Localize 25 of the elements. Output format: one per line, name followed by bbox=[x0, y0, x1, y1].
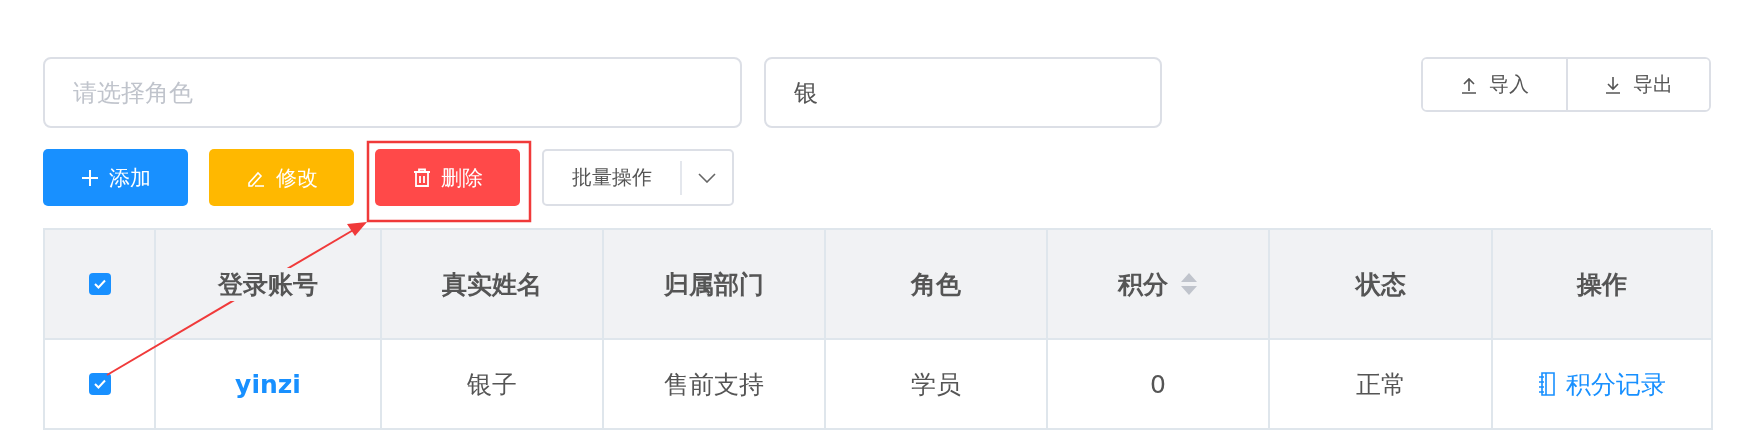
upload-icon bbox=[1460, 75, 1477, 94]
delete-button[interactable]: 删除 bbox=[375, 149, 520, 206]
account-link[interactable]: yinzi bbox=[235, 369, 301, 399]
add-button[interactable]: 添加 bbox=[43, 149, 188, 206]
name-field[interactable]: 银 bbox=[764, 57, 1162, 128]
export-button[interactable]: 导出 bbox=[1566, 59, 1709, 110]
role-select[interactable]: 请选择角色 bbox=[43, 57, 742, 128]
checkbox[interactable] bbox=[88, 373, 111, 395]
checkbox[interactable] bbox=[88, 273, 111, 295]
check-icon bbox=[92, 378, 107, 390]
notebook-icon bbox=[1538, 372, 1556, 396]
chevron-down-icon bbox=[698, 172, 716, 183]
trash-icon bbox=[412, 167, 431, 188]
batch-dropdown[interactable]: 批量操作 bbox=[542, 149, 734, 206]
cell-text: 售前支持 bbox=[664, 368, 764, 401]
points-record-link[interactable]: 积分记录 bbox=[1538, 367, 1666, 401]
cell-text: 正常 bbox=[1355, 368, 1406, 401]
cell-text: 0 bbox=[1150, 369, 1166, 399]
edit-button[interactable]: 修改 bbox=[209, 149, 354, 206]
check-icon bbox=[92, 278, 107, 290]
cell-text: 学员 bbox=[911, 368, 961, 401]
download-icon bbox=[1604, 75, 1621, 94]
plus-icon bbox=[80, 168, 99, 187]
cell-text: 银子 bbox=[467, 368, 517, 401]
column-header: 登录账号 bbox=[218, 267, 318, 301]
